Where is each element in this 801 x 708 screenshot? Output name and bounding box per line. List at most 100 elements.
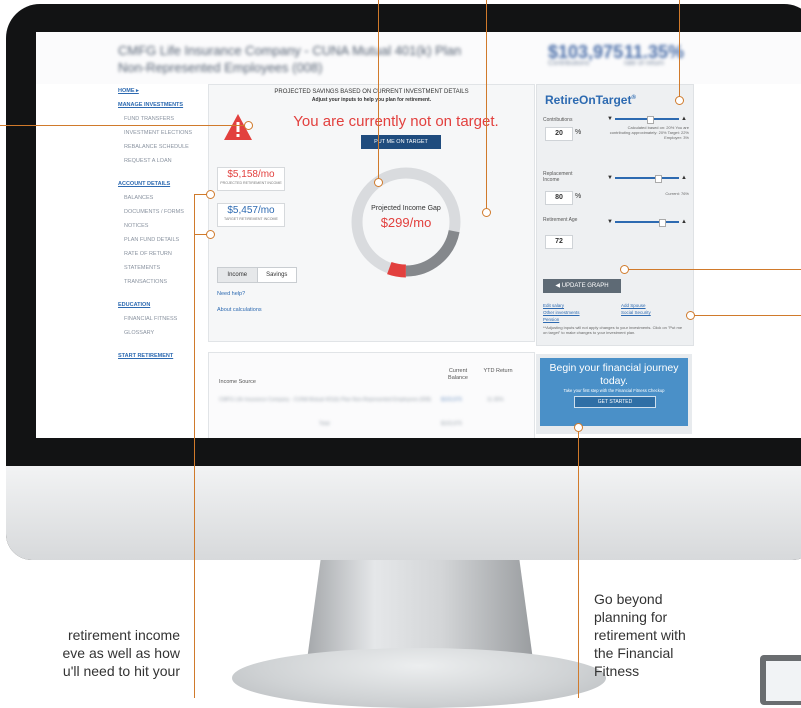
callout-dot	[374, 178, 383, 187]
callout-line	[694, 315, 801, 316]
target-income-label: TARGET RETIREMENT INCOME	[224, 217, 278, 221]
account-balance-label: Contributions	[548, 60, 590, 67]
contributions-percent: %	[575, 129, 582, 136]
retirement-age-slider[interactable]: ▼ ▲	[607, 219, 687, 227]
decrease-icon: ▼	[607, 219, 613, 225]
left-caption: retirement income eve as well as how u'l…	[0, 626, 180, 680]
about-calculations-link[interactable]: About calculations	[217, 307, 262, 313]
contributions-input[interactable]: 20	[545, 127, 573, 141]
target-income-value: $5,457/mo	[227, 205, 275, 216]
other-investments-link[interactable]: Other investments	[543, 310, 580, 315]
toggle-income[interactable]: Income	[218, 268, 258, 282]
callout-line	[628, 269, 801, 270]
callout-line	[486, 0, 487, 210]
callout-line	[578, 430, 579, 698]
nav-item[interactable]: REQUEST A LOAN	[118, 158, 208, 165]
decrease-icon: ▼	[607, 116, 613, 122]
row-ytd: 11.35%	[487, 397, 504, 403]
nav-account-details[interactable]: ACCOUNT DETAILS	[118, 181, 208, 188]
contributions-note: Calculated based on: 20% You are contrib…	[609, 125, 689, 140]
callout-dot	[686, 311, 695, 320]
callout-dot	[206, 190, 215, 199]
financial-fitness-promo: Begin your financial journey today. Take…	[536, 354, 692, 434]
retirement-age-input[interactable]: 72	[545, 235, 573, 249]
nav-item[interactable]: REBALANCE SCHEDULE	[118, 144, 208, 151]
callout-line	[194, 194, 195, 698]
nav-home[interactable]: HOME ▸	[118, 88, 208, 95]
replacement-income-slider[interactable]: ▼ ▲	[607, 175, 687, 183]
callout-dot	[574, 423, 583, 432]
replacement-percent: %	[575, 193, 582, 200]
row-source: CMFG Life Insurance Company - CUNA Mutua…	[219, 397, 432, 403]
caption-line: planning for	[594, 609, 668, 625]
target-income-box: $5,457/mo TARGET RETIREMENT INCOME	[217, 203, 285, 227]
nav-item[interactable]: FUND TRANSFERS	[118, 116, 208, 123]
increase-icon: ▲	[681, 219, 687, 225]
nav-item[interactable]: INVESTMENT ELECTIONS	[118, 130, 208, 137]
caption-line: u'll need to hit your	[62, 663, 180, 679]
projected-income-value: $5,158/mo	[227, 169, 275, 180]
retire-title-text: RetireOnTarget	[545, 93, 632, 107]
income-gap-label: Projected Income Gap	[371, 205, 441, 212]
total-value: $103,975	[441, 421, 462, 427]
callout-dot	[244, 121, 253, 130]
column-ytd-return: YTD Return	[483, 368, 513, 374]
slider-knob	[647, 116, 654, 124]
income-savings-toggle: Income Savings	[217, 267, 297, 283]
registered-mark: ®	[631, 95, 636, 101]
plan-name: CMFG Life Insurance Company - CUNA Mutua…	[118, 43, 462, 75]
target-status: You are currently not on target.	[293, 113, 499, 130]
callout-line	[378, 0, 379, 180]
caption-line: Fitness	[594, 663, 640, 679]
pension-link[interactable]: Pension	[543, 317, 559, 322]
column-current-balance: Current Balance	[448, 368, 468, 381]
promo-banner: Begin your financial journey today. Take…	[540, 358, 688, 426]
callout-line	[679, 0, 680, 98]
column-income-source: Income Source	[219, 379, 256, 385]
callout-line	[0, 125, 246, 126]
row-balance[interactable]: $103,975	[441, 397, 462, 403]
monitor-chin	[6, 466, 801, 560]
increase-icon: ▲	[681, 116, 687, 122]
caption-line: Go beyond	[594, 591, 663, 607]
contributions-slider[interactable]: ▼ ▲	[607, 116, 687, 124]
tablet-screen	[766, 661, 801, 701]
table-row: CMFG Life Insurance Company - CUNA Mutua…	[219, 397, 519, 403]
slider-knob	[655, 175, 662, 183]
need-help-link[interactable]: Need help?	[217, 291, 245, 297]
callout-dot	[206, 230, 215, 239]
contributions-label: Contributions	[543, 117, 573, 123]
callout-dot	[620, 265, 629, 274]
total-label: Total	[319, 421, 330, 427]
income-gap-value: $299/mo	[380, 215, 432, 230]
replacement-note: Current: 76%	[665, 191, 689, 196]
retirement-age-label: Retirement Age	[543, 217, 578, 223]
get-started-button[interactable]: GET STARTED	[574, 396, 656, 408]
slider-knob	[659, 219, 666, 227]
caption-line: eve as well as how	[62, 645, 180, 661]
replacement-income-input[interactable]: 80	[545, 191, 573, 205]
monitor-base	[232, 648, 606, 708]
caption-line: the Financial	[594, 645, 674, 661]
nav-manage-investments[interactable]: MANAGE INVESTMENTS	[118, 102, 208, 109]
income-source-table: Income Source Current Balance YTD Return…	[208, 352, 535, 438]
callout-dot	[482, 208, 491, 217]
update-graph-button[interactable]: ◀ UPDATE GRAPH	[543, 279, 621, 293]
add-spouse-link[interactable]: Add Spouse	[621, 303, 646, 308]
retire-footnote: **Adjusting inputs will not apply change…	[543, 325, 683, 335]
promo-subtitle: Take your first step with the Financial …	[563, 388, 665, 393]
put-me-on-target-button[interactable]: PUT ME ON TARGET	[361, 135, 441, 149]
monitor-stand	[307, 560, 533, 660]
edit-salary-link[interactable]: Edit salary	[543, 303, 564, 308]
monitor-screen: CMFG Life Insurance Company - CUNA Mutua…	[36, 32, 801, 438]
retire-on-target-panel: RetireOnTarget® Contributions 20 % ▼ ▲ Ca…	[536, 84, 694, 346]
replacement-income-label: Replacement Income	[543, 171, 573, 183]
caption-line: retirement with	[594, 627, 686, 643]
projected-income-label: PROJECTED RETIREMENT INCOME	[220, 181, 282, 185]
toggle-savings[interactable]: Savings	[258, 268, 297, 282]
social-security-link[interactable]: Social Security	[621, 310, 651, 315]
increase-icon: ▲	[681, 175, 687, 181]
caption-line: retirement income	[67, 627, 180, 643]
projected-income-box: $5,158/mo PROJECTED RETIREMENT INCOME	[217, 167, 285, 191]
promo-title: Begin your financial journey today.	[549, 362, 679, 387]
